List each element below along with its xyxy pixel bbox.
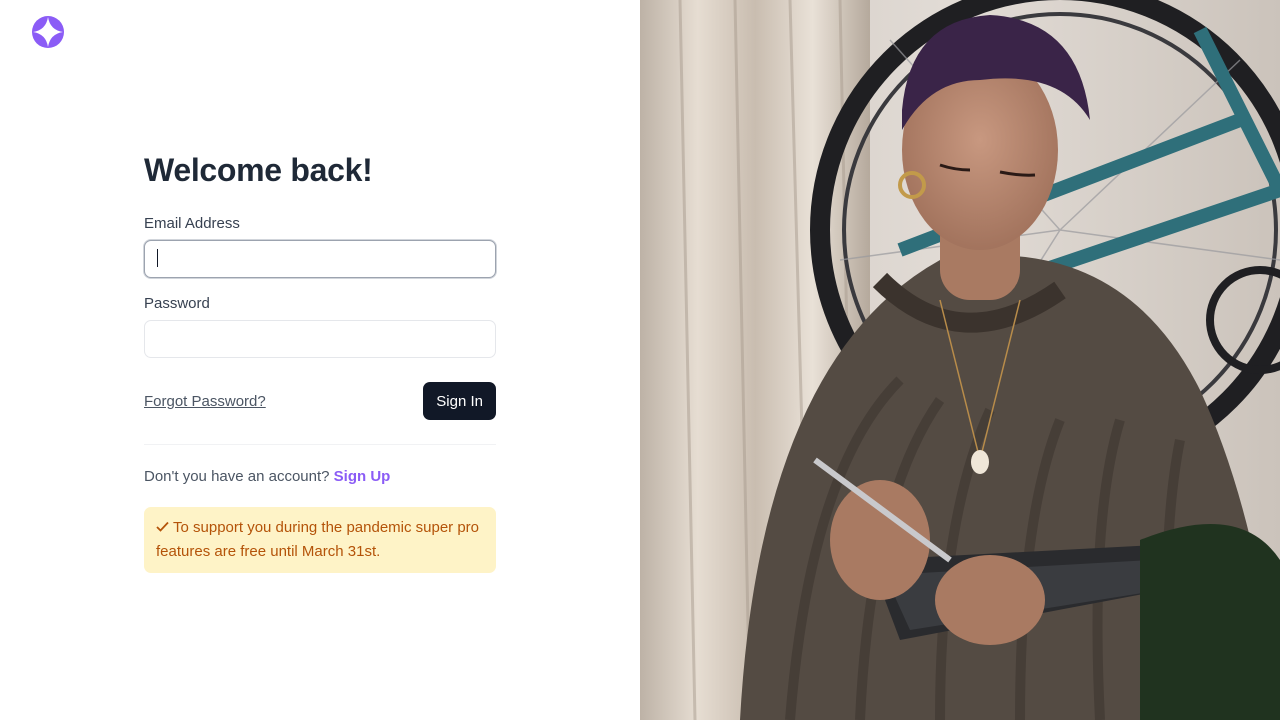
signup-prompt: Don't you have an account? Sign Up xyxy=(144,467,496,487)
login-form: Welcome back! Email Address Password For… xyxy=(144,150,496,573)
email-field[interactable] xyxy=(144,240,496,278)
woman-writing-on-tablet-photo xyxy=(640,0,1280,720)
check-icon xyxy=(156,516,169,540)
sign-in-button[interactable]: Sign In xyxy=(423,382,496,420)
forgot-password-link[interactable]: Forgot Password? xyxy=(144,393,266,410)
hero-photo xyxy=(640,0,1280,720)
password-label: Password xyxy=(144,295,210,312)
notice-text: To support you during the pandemic super… xyxy=(156,519,480,560)
email-label: Email Address xyxy=(144,215,240,232)
login-panel: Welcome back! Email Address Password For… xyxy=(0,0,640,720)
promo-notice: To support you during the pandemic super… xyxy=(144,507,496,573)
divider xyxy=(144,444,496,445)
page-title: Welcome back! xyxy=(144,152,373,188)
no-account-text: Don't you have an account? xyxy=(144,468,330,485)
logo-icon xyxy=(32,16,64,48)
sign-up-link[interactable]: Sign Up xyxy=(334,468,391,485)
password-field[interactable] xyxy=(144,320,496,358)
text-caret xyxy=(157,249,158,267)
actions-row: Forgot Password? Sign In xyxy=(144,382,496,420)
